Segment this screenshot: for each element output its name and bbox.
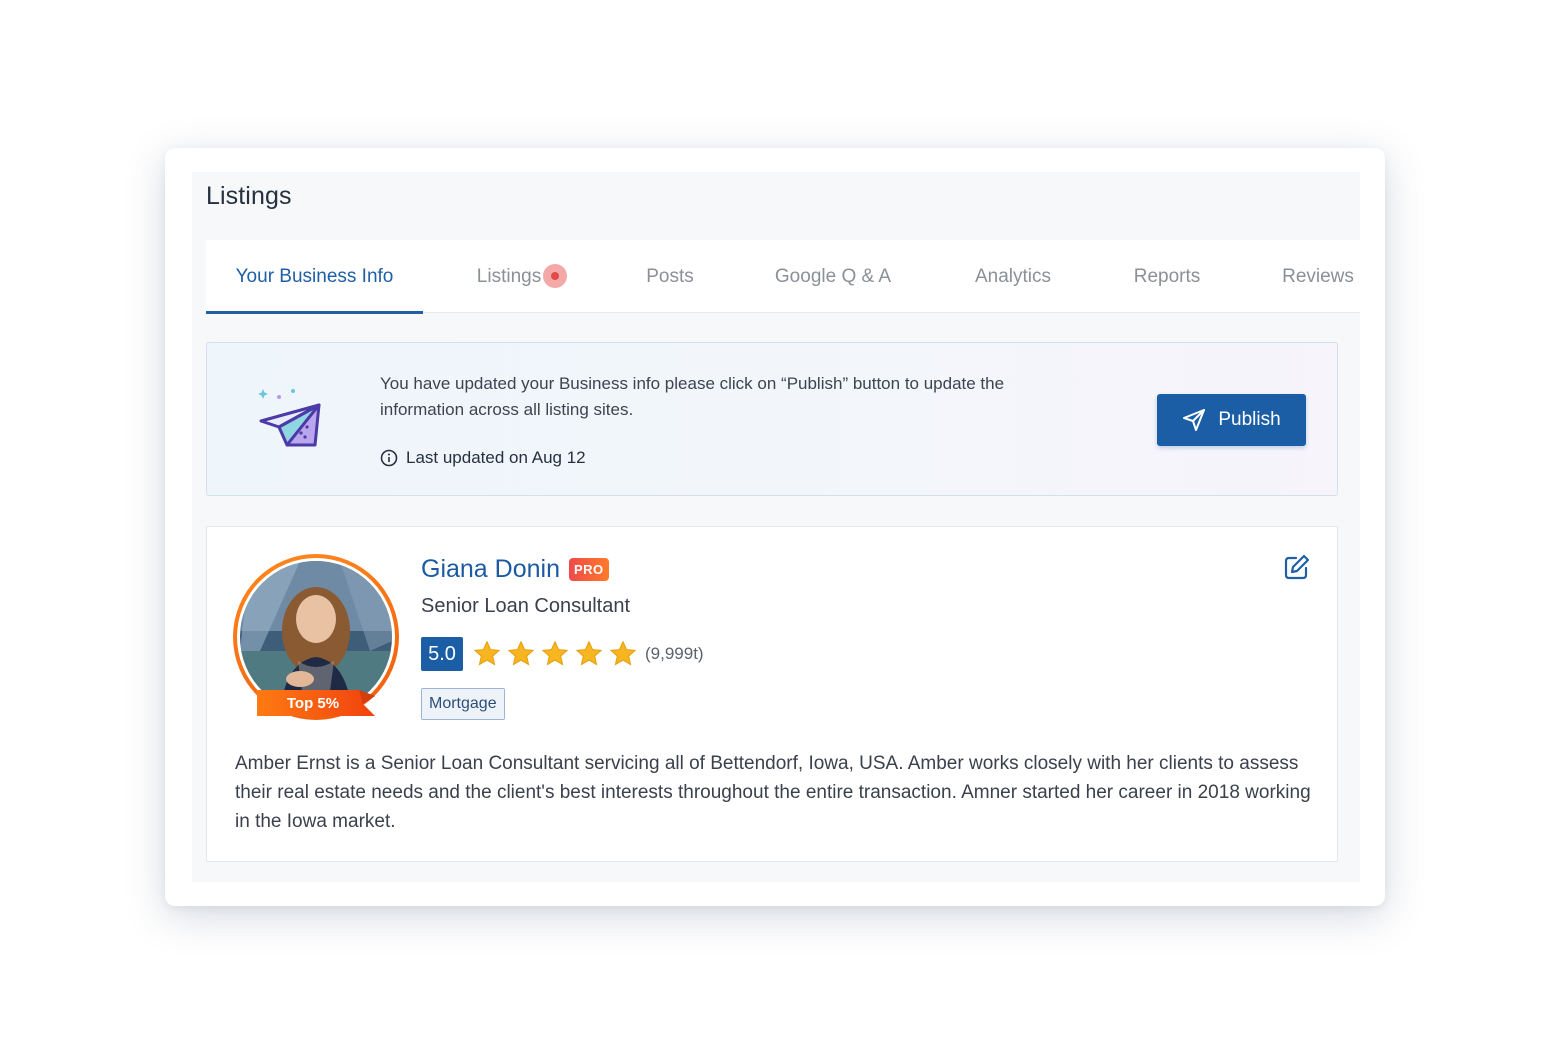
tab-analytics[interactable]: Analytics	[960, 240, 1066, 313]
profile-card: Top 5% Giana Donin PRO Senior Loan Consu…	[206, 526, 1338, 862]
tab-reports[interactable]: Reports	[1124, 240, 1210, 313]
rank-label: Top 5%	[286, 695, 340, 712]
edit-icon[interactable]	[1283, 553, 1311, 581]
tab-reviews[interactable]: Reviews	[1276, 240, 1360, 313]
avatar: Top 5%	[233, 554, 401, 722]
notification-dot-icon	[543, 263, 568, 288]
paper-plane-icon	[258, 389, 321, 447]
app-window: Listings Your Business Info Listings Pos…	[165, 148, 1385, 906]
name-row: Giana Donin PRO	[421, 555, 609, 584]
profile-bio: Amber Ernst is a Senior Loan Consultant …	[235, 753, 1311, 832]
page-title: Listings	[206, 182, 292, 210]
tab-your-business-info[interactable]: Your Business Info	[206, 240, 423, 314]
tab-label: Listings	[476, 265, 542, 287]
publish-banner: You have updated your Business info plea…	[206, 342, 1338, 496]
star-icon	[507, 640, 535, 666]
tab-label: Reports	[1133, 265, 1201, 287]
tab-label: Posts	[646, 265, 694, 287]
publish-button[interactable]: Publish	[1157, 394, 1306, 446]
star-icon	[473, 640, 501, 666]
publish-label: Publish	[1218, 409, 1281, 430]
job-title: Senior Loan Consultant	[421, 595, 631, 617]
info-icon	[380, 449, 398, 467]
tab-label: Reviews	[1282, 265, 1354, 287]
banner-message: You have updated your Business info plea…	[380, 374, 1005, 419]
category-tag: Mortgage	[421, 688, 505, 720]
tab-label: Your Business Info	[235, 265, 394, 287]
profile-name: Giana Donin	[421, 555, 560, 583]
last-updated-text: Last updated on Aug 12	[406, 448, 586, 467]
tab-posts[interactable]: Posts	[630, 240, 710, 313]
tab-label: Analytics	[974, 265, 1052, 287]
send-icon	[1183, 409, 1206, 431]
star-icon	[575, 640, 603, 666]
rating-row: 5.0 (9,999t)	[421, 637, 704, 671]
tab-bar: Your Business Info Listings Posts Google…	[206, 240, 1360, 314]
review-count: (9,999t)	[645, 644, 704, 663]
pro-badge: PRO	[568, 558, 609, 581]
star-icon	[609, 640, 637, 666]
tab-listings[interactable]: Listings	[458, 240, 586, 313]
tab-label: Google Q & A	[774, 265, 892, 287]
rating-score: 5.0	[421, 637, 463, 671]
listings-panel: Listings Your Business Info Listings Pos…	[192, 172, 1360, 882]
star-icon	[541, 640, 569, 666]
last-updated: Last updated on Aug 12	[380, 448, 586, 468]
tab-google-qa[interactable]: Google Q & A	[766, 240, 900, 313]
